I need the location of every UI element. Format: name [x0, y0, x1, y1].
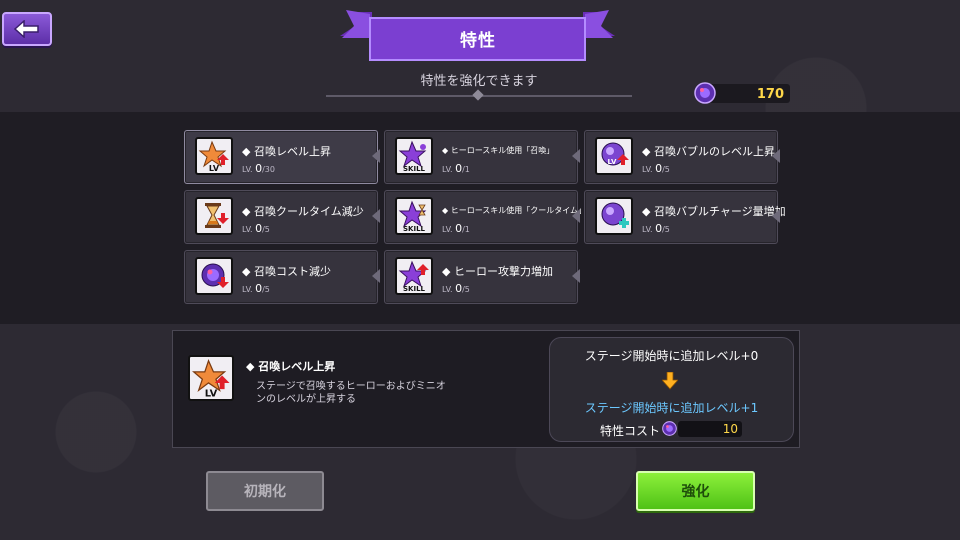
orb-down-icon	[195, 257, 233, 295]
card-corner	[372, 209, 380, 223]
trait-card-bubble-charge[interactable]: ◆ 召喚バブルチャージ量増加 LV. 0/5	[584, 190, 786, 244]
current-effect: ステージ開始時に追加レベル+0	[584, 349, 759, 363]
svg-text:SKILL: SKILL	[403, 225, 426, 233]
summon-orb-icon	[694, 82, 716, 104]
summon-orb-icon	[662, 421, 677, 436]
svg-text:SKILL: SKILL	[403, 285, 426, 293]
next-effect: ステージ開始時に追加レベル+1	[584, 401, 759, 415]
bubble-lv-icon: LV	[595, 137, 633, 175]
detail-description: ステージで召喚するヒーローおよびミニオンのレベルが上昇する	[256, 381, 446, 405]
trait-card-hero-skill-cooldown[interactable]: SKILL ◆ ヒーロースキル使用「クールタイム」 LV. 0/1	[384, 190, 586, 244]
trait-level: LV. 0/5	[642, 222, 670, 235]
trait-level: LV. 0/5	[442, 282, 470, 295]
card-corner	[572, 269, 580, 283]
card-corner	[572, 149, 580, 163]
trait-name: ◆ ヒーロースキル使用「召喚」	[442, 146, 555, 155]
trait-name: ◆ 召喚コスト減少	[242, 265, 331, 278]
purple-star-skill-up-icon: SKILL	[395, 257, 433, 295]
hourglass-icon	[195, 197, 233, 235]
trait-level: LV. 0/30	[242, 162, 275, 175]
trait-name: ◆ 召喚バブルチャージ量増加	[642, 205, 786, 218]
currency-bar: 170	[708, 84, 790, 103]
trait-card-hero-skill-summon[interactable]: SKILL ◆ ヒーロースキル使用「召喚」 LV. 0/1	[384, 130, 580, 184]
page-subtitle: 特性を強化できます	[420, 74, 538, 89]
orange-star-lv-icon: LV	[195, 137, 233, 175]
trait-card-hero-attack[interactable]: SKILL ◆ ヒーロー攻撃力増加 LV. 0/5	[384, 250, 580, 304]
trait-level: LV. 0/5	[642, 162, 670, 175]
trait-card-summon-cooldown[interactable]: ◆ 召喚クールタイム減少 LV. 0/5	[184, 190, 380, 244]
orange-star-lv-icon: LV	[188, 355, 234, 401]
trait-level: LV. 0/5	[242, 222, 270, 235]
back-button[interactable]	[2, 12, 52, 46]
trait-name: ◆ 召喚レベル上昇	[242, 145, 331, 158]
trait-name: ◆ ヒーロー攻撃力増加	[442, 265, 553, 278]
currency-display: 170	[694, 82, 794, 104]
trait-level: LV. 0/1	[442, 162, 470, 175]
trait-level: LV. 0/5	[242, 282, 270, 295]
purple-star-skill-hourglass-icon: SKILL	[395, 197, 433, 235]
trait-name: ◆ ヒーロースキル使用「クールタイム」	[442, 206, 587, 215]
trait-card-summon-level[interactable]: LV ◆ 召喚レベル上昇 LV. 0/30	[184, 130, 380, 184]
svg-text:LV: LV	[608, 158, 617, 166]
cost-label: 特性コスト	[600, 424, 661, 438]
svg-text:SKILL: SKILL	[403, 165, 426, 173]
arrow-left-icon	[14, 20, 39, 38]
page-title: 特性	[460, 30, 496, 51]
svg-text:LV: LV	[205, 389, 218, 399]
currency-value: 170	[756, 87, 784, 102]
trait-name: ◆ 召喚クールタイム減少	[242, 205, 364, 218]
detail-trait-name: ◆ 召喚レベル上昇	[246, 360, 336, 373]
trait-name: ◆ 召喚バブルのレベル上昇	[642, 145, 775, 158]
bubble-plus-icon	[595, 197, 633, 235]
upgrade-button[interactable]: 強化	[636, 471, 755, 511]
cost-value: 10	[722, 422, 738, 436]
trait-card-bubble-level[interactable]: LV ◆ 召喚バブルのレベル上昇 LV. 0/5	[584, 130, 780, 184]
svg-text:LV: LV	[209, 164, 220, 173]
trait-level: LV. 0/1	[442, 222, 470, 235]
trait-card-summon-cost[interactable]: ◆ 召喚コスト減少 LV. 0/5	[184, 250, 380, 304]
card-corner	[372, 269, 380, 283]
reset-button[interactable]: 初期化	[206, 471, 324, 511]
cost-bar: 10	[678, 421, 742, 437]
arrow-down-icon	[662, 372, 678, 390]
purple-star-skill-icon: SKILL	[395, 137, 433, 175]
card-corner	[372, 149, 380, 163]
